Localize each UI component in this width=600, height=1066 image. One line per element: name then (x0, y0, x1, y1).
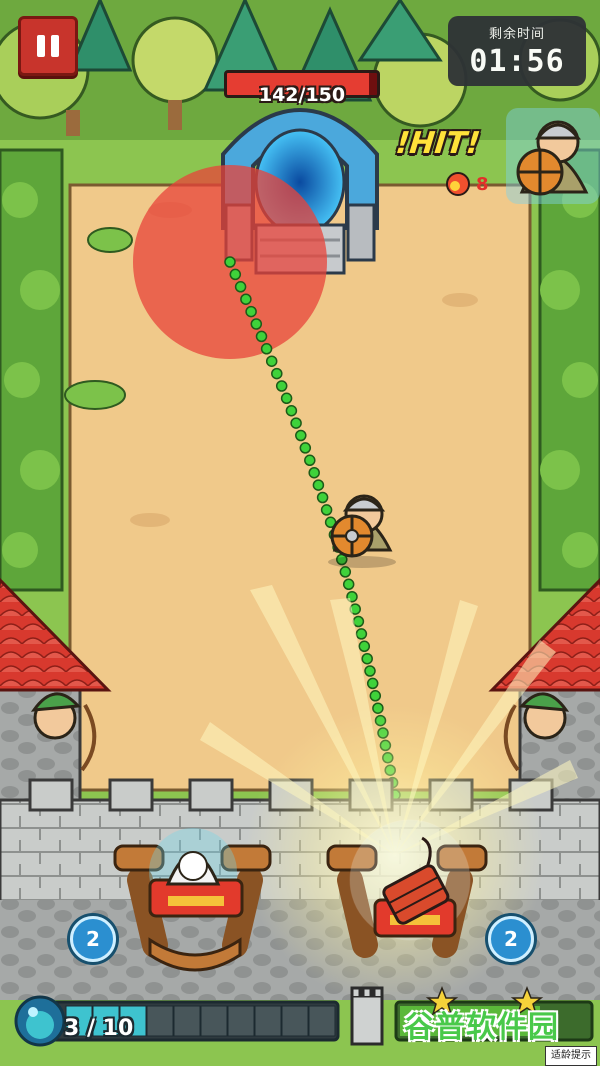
trajectory-dot (299, 442, 312, 454)
trajectory-dot (312, 479, 325, 491)
fire-icon (446, 172, 470, 196)
hit-banner: !HIT! (394, 126, 482, 161)
trajectory-dot (234, 281, 247, 293)
timer-value: 01:56 (469, 44, 565, 79)
timer-panel: 剩余时间 01:56 (448, 16, 586, 86)
trajectory-dot (240, 293, 252, 305)
energy-cell (281, 1005, 309, 1037)
trajectory-dot (308, 466, 320, 479)
trajectory-dot (355, 628, 368, 640)
energy-cell (200, 1005, 228, 1037)
trajectory-dot (271, 367, 283, 380)
trajectory-dot (339, 566, 352, 578)
trajectory-dot (285, 404, 298, 417)
hit-enemy-portrait (506, 108, 600, 204)
trajectory-dot (295, 429, 307, 442)
energy-orb-icon (14, 995, 66, 1047)
trajectory-dot (275, 380, 288, 392)
trajectory-dot (245, 305, 257, 318)
timer-label: 剩余时间 (488, 27, 545, 42)
game-screen: 剩余时间 01:56 142/150 !HIT! 8 2 2 3 / 10 谷普… (0, 0, 600, 1066)
trajectory-dot (224, 256, 236, 268)
trajectory-dot (361, 652, 373, 665)
trajectory-dot (290, 417, 302, 429)
energy-cell (254, 1005, 282, 1037)
trajectory-dot (316, 491, 329, 504)
trajectory-dot (255, 330, 268, 343)
trajectory-dot (280, 392, 293, 405)
watermark: 谷普软件园 (404, 1010, 559, 1045)
trajectory-dot (265, 355, 278, 367)
pause-icon (37, 35, 45, 57)
trajectory-dot (358, 640, 371, 653)
trajectory-dot (304, 454, 316, 467)
right-ammo-badge[interactable]: 2 (488, 916, 534, 962)
energy-cell (308, 1005, 336, 1037)
trajectory-dot (366, 677, 379, 690)
trajectory-dot (369, 690, 382, 702)
pause-button[interactable] (18, 16, 78, 76)
trajectory-dot (320, 504, 333, 516)
trajectory-dot (250, 318, 263, 330)
trajectory-dot (352, 615, 365, 628)
energy-count: 3 / 10 (64, 1016, 134, 1041)
hit-count: 8 (476, 174, 489, 195)
energy-cell (146, 1005, 174, 1037)
portal-health-text: 142/150 (258, 84, 346, 106)
battlefield (0, 0, 600, 1066)
age-rating-tip[interactable]: 适龄提示 (545, 1046, 597, 1066)
energy-cell (227, 1005, 255, 1037)
trajectory-dot (229, 268, 242, 281)
tower-icon (350, 986, 384, 1046)
left-ammo-badge[interactable]: 2 (70, 916, 116, 962)
trajectory-dot (364, 665, 376, 677)
trajectory-dot (260, 343, 273, 355)
energy-cell (173, 1005, 201, 1037)
trajectory-dot (342, 578, 355, 591)
